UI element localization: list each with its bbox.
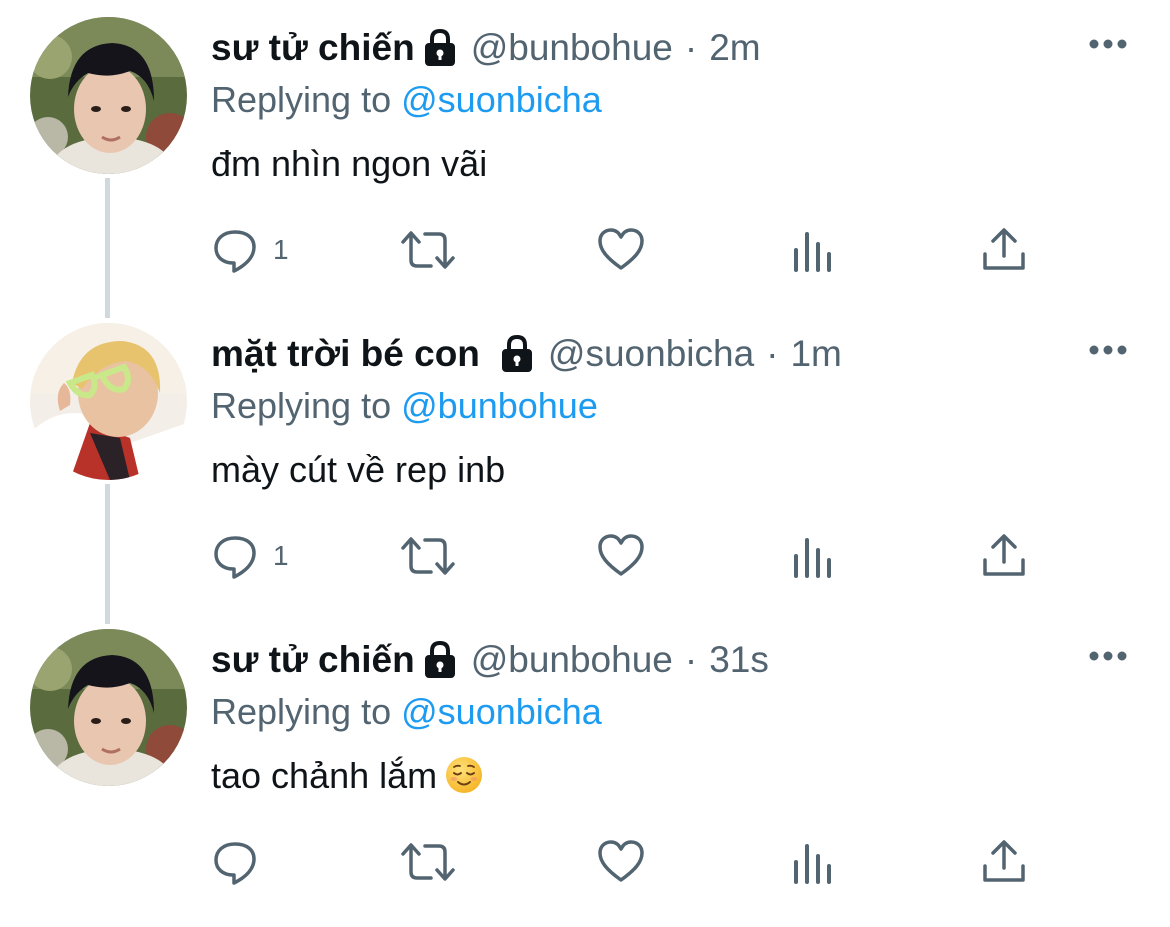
tweet[interactable]: mặt trời bé con @suonbicha · 1m Replying…: [0, 306, 1170, 612]
replying-prefix: Replying to: [211, 691, 392, 732]
reply-button[interactable]: 1: [211, 225, 289, 275]
action-bar: 1: [211, 531, 1041, 581]
replying-prefix: Replying to: [211, 385, 392, 426]
timestamp[interactable]: 1m: [790, 330, 841, 378]
profile-photo-boy-icon: [30, 17, 187, 174]
tweet-text: đm nhìn ngon vãi: [211, 143, 488, 184]
avatar[interactable]: [30, 323, 187, 480]
timestamp[interactable]: 31s: [709, 636, 769, 684]
display-name[interactable]: sư tử chiến: [211, 24, 415, 72]
tweet[interactable]: sư tử chiến @bunbohue · 31s Replying to …: [0, 612, 1170, 918]
analytics-icon: [794, 538, 831, 578]
like-button[interactable]: [597, 837, 645, 887]
lock-icon: [423, 640, 457, 680]
timestamp[interactable]: 2m: [709, 24, 760, 72]
tweet-text-container: tao chảnh lắm: [211, 752, 483, 800]
retweet-icon: [401, 537, 455, 575]
like-button[interactable]: [597, 225, 645, 275]
avatar[interactable]: [30, 629, 187, 786]
user-handle[interactable]: @suonbicha: [548, 330, 754, 378]
replying-to-line: Replying to @suonbicha: [211, 688, 602, 736]
reply-icon: [214, 230, 256, 273]
share-button[interactable]: [981, 225, 1027, 275]
replying-to-line: Replying to @bunbohue: [211, 382, 598, 430]
display-name[interactable]: mặt trời bé con: [211, 330, 480, 378]
analytics-icon: [794, 232, 831, 272]
share-icon: [983, 228, 1025, 270]
separator-dot: ·: [684, 27, 698, 68]
avatar[interactable]: [30, 17, 187, 174]
more-icon[interactable]: [1088, 38, 1128, 50]
reply-button[interactable]: [211, 837, 273, 887]
tweet-header: mặt trời bé con @suonbicha · 1m: [211, 330, 842, 378]
relieved-face-emoji: [445, 756, 483, 794]
more-icon[interactable]: [1088, 344, 1128, 356]
separator-dot: ·: [766, 333, 779, 374]
analytics-button[interactable]: [791, 837, 835, 887]
retweet-button[interactable]: [399, 837, 457, 887]
replying-to-mention[interactable]: @bunbohue: [401, 385, 598, 426]
lock-icon: [500, 334, 534, 374]
tweet-header: sư tử chiến @bunbohue · 31s: [211, 636, 769, 684]
retweet-icon: [401, 843, 455, 881]
profile-photo-boy-icon: [30, 629, 187, 786]
reply-button[interactable]: 1: [211, 531, 289, 581]
tweet-text: mày cút về rep inb: [211, 449, 506, 490]
tweet-text: tao chảnh lắm: [211, 755, 438, 796]
reply-icon: [214, 536, 256, 579]
analytics-button[interactable]: [791, 225, 835, 275]
share-button[interactable]: [981, 837, 1027, 887]
replying-prefix: Replying to: [211, 79, 392, 120]
display-name[interactable]: sư tử chiến: [211, 636, 415, 684]
reply-count: 1: [273, 540, 289, 571]
analytics-icon: [794, 844, 831, 884]
retweet-button[interactable]: [399, 225, 457, 275]
user-handle[interactable]: @bunbohue: [471, 24, 673, 72]
analytics-button[interactable]: [791, 531, 835, 581]
separator-dot: ·: [684, 639, 698, 680]
action-bar: 1: [211, 225, 1041, 275]
replying-to-line: Replying to @suonbicha: [211, 76, 602, 124]
heart-icon: [598, 228, 644, 270]
like-button[interactable]: [597, 531, 645, 581]
share-icon: [983, 534, 1025, 576]
heart-icon: [598, 840, 644, 882]
retweet-icon: [401, 231, 455, 269]
replying-to-mention[interactable]: @suonbicha: [401, 691, 602, 732]
more-icon[interactable]: [1088, 650, 1128, 662]
tweet-header: sư tử chiến @bunbohue · 2m: [211, 24, 761, 72]
lock-icon: [423, 28, 457, 68]
action-bar: [211, 837, 1041, 887]
share-button[interactable]: [981, 531, 1027, 581]
reply-icon: [214, 842, 256, 885]
heart-icon: [598, 534, 644, 576]
tweet[interactable]: sư tử chiến @bunbohue · 2m Replying to @…: [0, 0, 1170, 306]
replying-to-mention[interactable]: @suonbicha: [401, 79, 602, 120]
share-icon: [983, 840, 1025, 882]
user-handle[interactable]: @bunbohue: [471, 636, 673, 684]
retweet-button[interactable]: [399, 531, 457, 581]
profile-photo-sunglasses-icon: [30, 323, 187, 480]
reply-count: 1: [273, 234, 289, 265]
